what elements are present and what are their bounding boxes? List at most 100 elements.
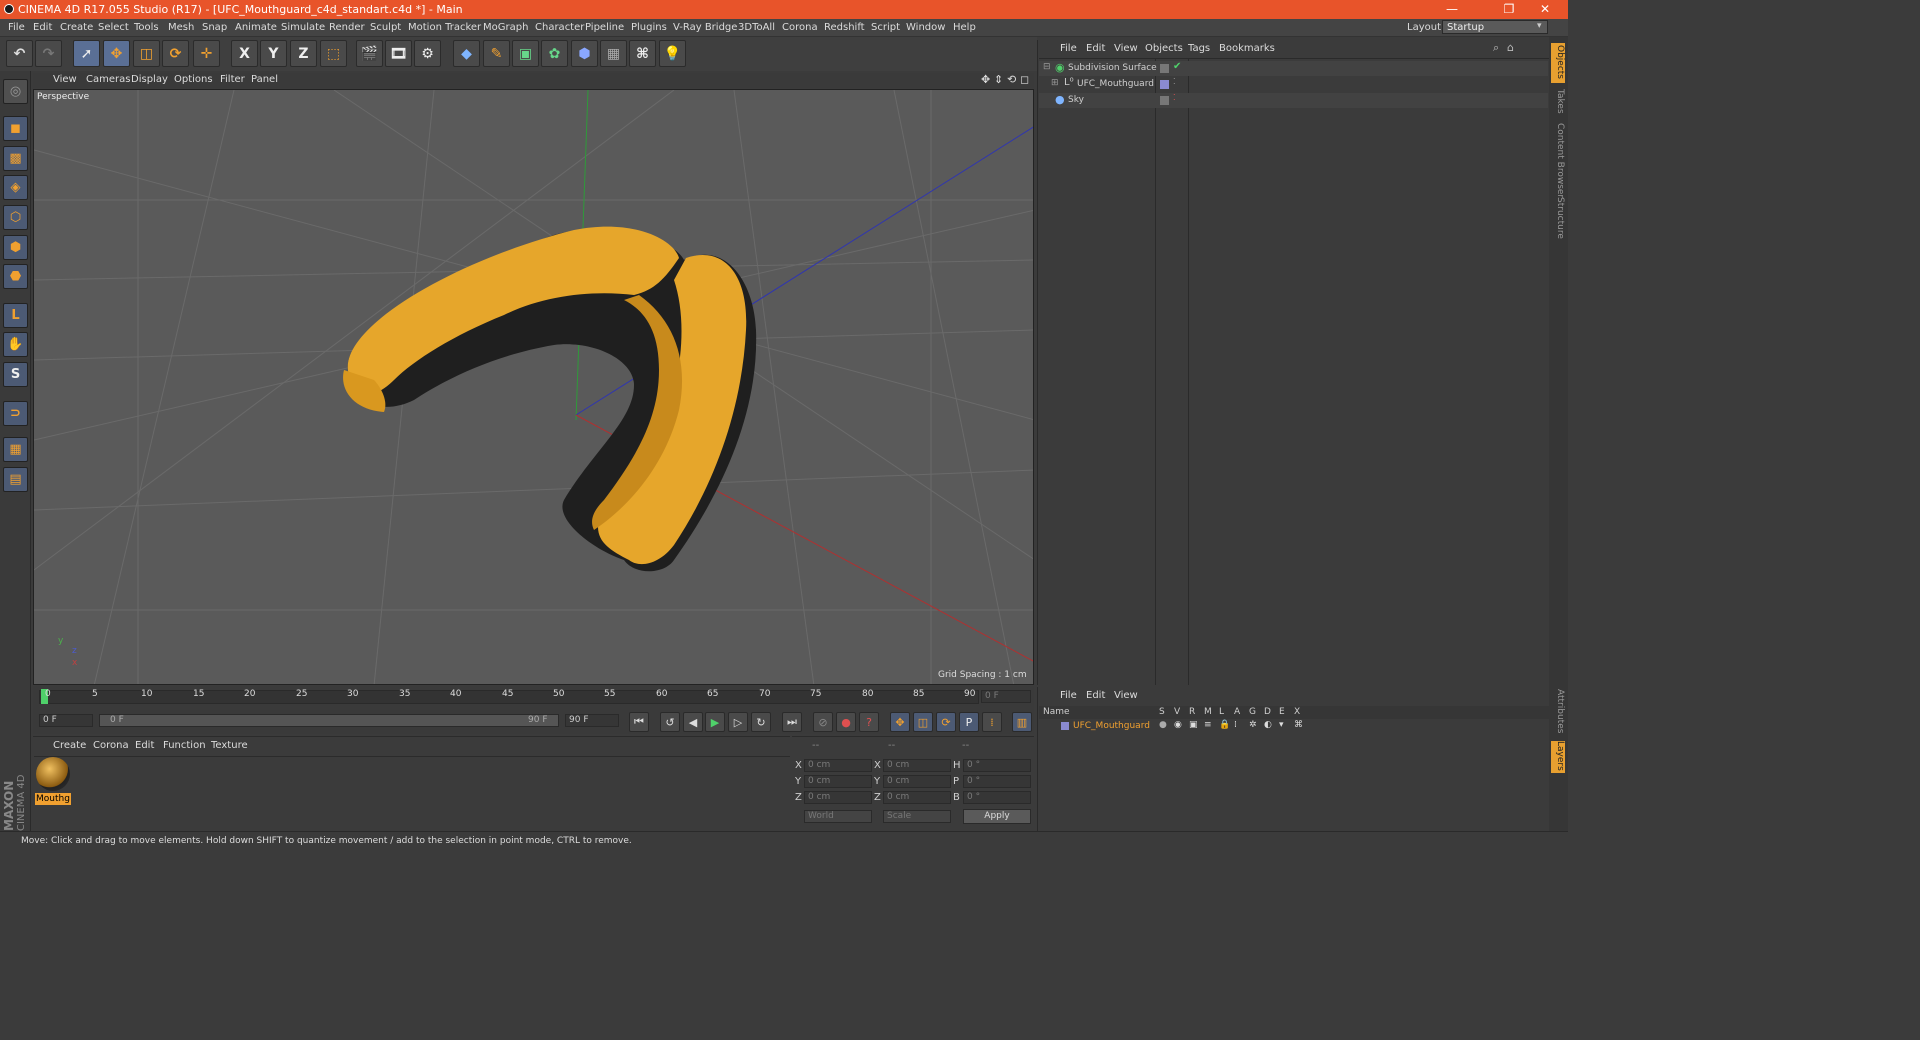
menu-corona[interactable]: Corona — [782, 22, 818, 33]
cloner-icon[interactable]: ✿ — [541, 40, 568, 67]
apply-button[interactable]: Apply — [963, 809, 1031, 824]
key-rotation-icon[interactable]: ⟳ — [936, 712, 956, 732]
material-menu-create[interactable]: Create — [53, 740, 86, 751]
home-icon[interactable]: ⌂ — [1507, 41, 1514, 54]
close-button[interactable]: ✕ — [1522, 0, 1568, 19]
layers-menu-file[interactable]: File — [1060, 690, 1077, 701]
menu-3dtoall[interactable]: 3DToAll — [738, 22, 775, 33]
key-position-icon[interactable]: ✥ — [890, 712, 910, 732]
layout-dropdown[interactable]: Startup ▾ — [1442, 20, 1548, 34]
rotate-tool-icon[interactable]: ⟳ — [162, 40, 189, 67]
menu-mograph[interactable]: MoGraph — [483, 22, 528, 33]
planar-workplane-icon[interactable]: ▤ — [3, 467, 28, 492]
material-menu-corona[interactable]: Corona — [93, 740, 129, 751]
motion-record-icon[interactable]: ⊘ — [813, 712, 833, 732]
deformer-icon[interactable]: ⬢ — [571, 40, 598, 67]
move-tool-icon[interactable]: ✥ — [103, 40, 130, 67]
tab-layers[interactable]: Layers — [1551, 741, 1565, 773]
record-active-icon[interactable]: ● — [836, 712, 856, 732]
edges-mode-icon[interactable]: ⬢ — [3, 235, 28, 260]
render-settings-icon[interactable]: ⚙ — [414, 40, 441, 67]
light-bulb-icon[interactable]: 💡 — [659, 40, 686, 67]
viewport-menu-panel[interactable]: Panel — [251, 74, 278, 85]
previous-frame-icon[interactable]: ◀ — [683, 712, 703, 732]
menu-help[interactable]: Help — [953, 22, 976, 33]
layer-color-swatch[interactable] — [1160, 80, 1169, 89]
objects-menu-objects[interactable]: Objects — [1145, 43, 1183, 54]
tab-objects[interactable]: Objects — [1551, 43, 1565, 83]
coordinate-system-icon[interactable]: ⬚ — [320, 40, 347, 67]
undo-icon[interactable]: ↶ — [6, 40, 33, 67]
axis-mode-icon[interactable]: L — [3, 303, 28, 328]
search-icon[interactable]: ⌕ — [1493, 41, 1499, 55]
view-eye-icon[interactable]: ◉ — [1174, 720, 1182, 730]
objects-menu-edit[interactable]: Edit — [1086, 43, 1105, 54]
material-menu-function[interactable]: Function — [163, 740, 206, 751]
visibility-dots-icon[interactable]: ⁚ — [1173, 93, 1176, 102]
snap-icon[interactable]: S — [3, 362, 28, 387]
size-x-field[interactable]: 0 cm — [883, 759, 951, 772]
manager-icon[interactable]: ≡ — [1204, 720, 1212, 730]
redo-icon[interactable]: ↷ — [35, 40, 62, 67]
menu-pipeline[interactable]: Pipeline — [585, 22, 624, 33]
rotation-p-field[interactable]: 0 ° — [963, 775, 1031, 788]
viewport-dolly-icon[interactable]: ⇕ — [994, 73, 1003, 86]
enabled-check-icon[interactable]: ✔ — [1173, 61, 1181, 72]
make-editable-icon[interactable]: ◎ — [3, 79, 28, 104]
expand-icon[interactable]: ⊞ — [1051, 78, 1059, 88]
tree-item[interactable]: ⊟ ◉ Subdivision Surface ✔ — [1039, 61, 1548, 76]
layer-row[interactable]: UFC_Mouthguard ● ◉ ▣ ≡ 🔒 ⁞ ✲ ◐ ▾ ⌘ — [1039, 720, 1548, 733]
menu-animate[interactable]: Animate — [235, 22, 277, 33]
next-frame-icon[interactable]: ▷ — [728, 712, 748, 732]
timeline-window-icon[interactable]: ▥ — [1012, 712, 1032, 732]
play-icon[interactable]: ▶ — [705, 712, 725, 732]
tab-attributes[interactable]: Attributes — [1551, 689, 1565, 737]
menu-window[interactable]: Window — [906, 22, 945, 33]
lock-workplane-icon[interactable]: ▦ — [3, 437, 28, 462]
position-z-field[interactable]: 0 cm — [804, 791, 872, 804]
tree-item[interactable]: ● Sky ⁚ — [1039, 93, 1548, 108]
points-mode-icon[interactable]: ⬡ — [3, 205, 28, 230]
render-picture-viewer-icon[interactable]: 🎞 — [385, 40, 412, 67]
visibility-dots-icon[interactable]: ⁚ — [1173, 77, 1176, 86]
material-swatch[interactable]: Mouthg — [35, 757, 71, 805]
viewport-rotate-icon[interactable]: ⟲ — [1007, 73, 1016, 86]
rotation-b-field[interactable]: 0 ° — [963, 791, 1031, 804]
current-frame-field[interactable]: 0 F — [981, 690, 1031, 703]
viewport-maximize-icon[interactable]: ◻ — [1020, 73, 1029, 86]
viewport-menu-cameras[interactable]: Cameras — [86, 74, 130, 85]
size-mode-dropdown[interactable]: Scale — [883, 810, 951, 823]
go-to-start-icon[interactable]: ⏮ — [629, 712, 649, 732]
coordinate-mode-dropdown[interactable]: World — [804, 810, 872, 823]
spline-pen-icon[interactable]: ✎ — [483, 40, 510, 67]
menu-simulate[interactable]: Simulate — [281, 22, 325, 33]
position-x-field[interactable]: 0 cm — [804, 759, 872, 772]
material-menu-texture[interactable]: Texture — [211, 740, 248, 751]
menu-file[interactable]: File — [8, 22, 25, 33]
magnet-icon[interactable]: ⊃ — [3, 401, 28, 426]
menu-script[interactable]: Script — [871, 22, 900, 33]
workplane-mode-icon[interactable]: ◈ — [3, 175, 28, 200]
menu-redshift[interactable]: Redshift — [824, 22, 865, 33]
viewport-menu-options[interactable]: Options — [174, 74, 213, 85]
menu-snap[interactable]: Snap — [202, 22, 227, 33]
viewport-menu-display[interactable]: Display — [131, 74, 168, 85]
menu-tools[interactable]: Tools — [134, 22, 159, 33]
tree-item[interactable]: ⊞ L⁰ UFC_Mouthguard ⁚ — [1039, 77, 1548, 92]
live-move-icon[interactable]: ✛ — [193, 40, 220, 67]
menu-plugins[interactable]: Plugins — [631, 22, 667, 33]
menu-motion-tracker[interactable]: Motion Tracker — [408, 22, 481, 33]
menu-sculpt[interactable]: Sculpt — [370, 22, 401, 33]
next-key-icon[interactable]: ↻ — [751, 712, 771, 732]
floor-icon[interactable]: ▦ — [600, 40, 627, 67]
tab-takes[interactable]: Takes — [1551, 89, 1565, 119]
size-y-field[interactable]: 0 cm — [883, 775, 951, 788]
timeline-ruler[interactable]: 0 5 10 15 20 25 30 35 40 45 50 55 60 65 … — [33, 686, 1034, 710]
objects-menu-view[interactable]: View — [1114, 43, 1138, 54]
go-to-end-icon[interactable]: ⏭ — [782, 712, 802, 732]
viewport-menu-filter[interactable]: Filter — [220, 74, 245, 85]
tab-content-browser[interactable]: Content Browser — [1551, 123, 1565, 198]
key-pla-icon[interactable]: ⁞ — [982, 712, 1002, 732]
menu-edit[interactable]: Edit — [33, 22, 52, 33]
menu-render[interactable]: Render — [329, 22, 365, 33]
